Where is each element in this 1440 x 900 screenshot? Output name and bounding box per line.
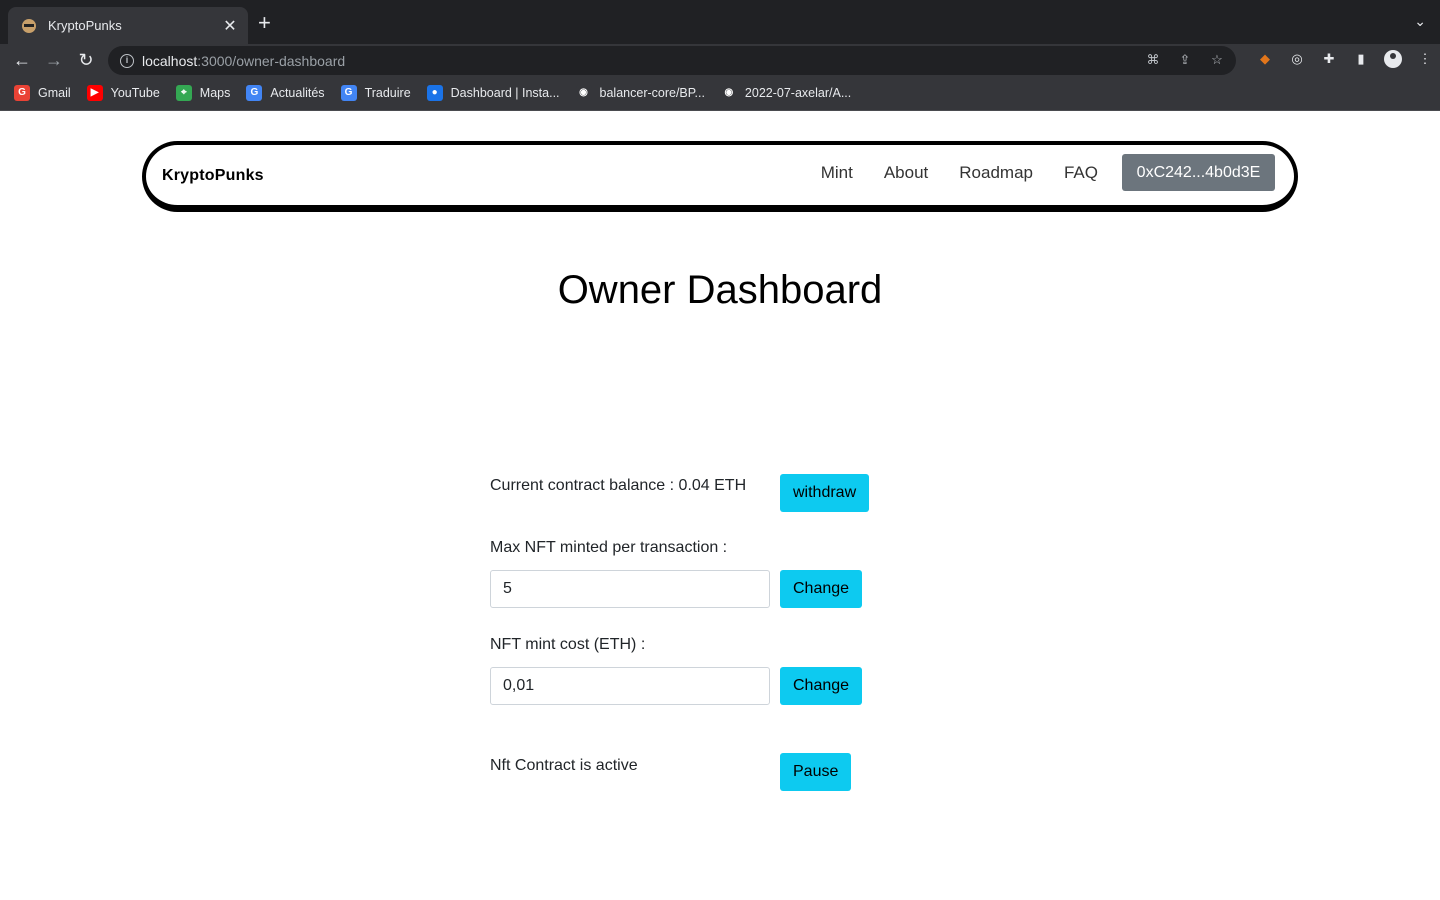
kryptopunks-favicon-icon	[22, 18, 36, 33]
bookmark-label: Actualités	[270, 86, 325, 100]
bookmarks-bar: G Gmail ▶ YouTube ⌖ Maps G Actualités G Traduire ●…	[0, 76, 1440, 111]
mint-cost-label: NFT mint cost (ETH) :	[490, 636, 646, 653]
max-nft-label: Max NFT minted per transaction :	[490, 539, 728, 556]
extension-icons: ◆ ◎ ✚ ▮ ⋮	[1256, 50, 1434, 68]
contract-status-text: Nft Contract is active	[490, 757, 638, 774]
news-icon: G	[246, 85, 263, 101]
tab-search-chevron-icon[interactable]: ⌄	[1414, 13, 1426, 30]
change-max-nft-button[interactable]: Change	[780, 570, 863, 608]
youtube-icon: ▶	[86, 85, 103, 101]
wallet-address-button[interactable]: 0xC242...4b0d3E	[1122, 154, 1275, 191]
profile-avatar-icon[interactable]	[1384, 50, 1402, 68]
metamask-fox-icon[interactable]: ◆	[1256, 50, 1274, 68]
gmail-icon: G	[14, 85, 30, 101]
new-tab-icon[interactable]: +	[258, 12, 271, 34]
reload-icon[interactable]: ↻	[74, 48, 98, 72]
brand-logo[interactable]: KryptoPunks	[162, 167, 264, 185]
nav-link-roadmap[interactable]: Roadmap	[959, 163, 1033, 183]
browser-toolbar: ← → ↻ i localhost :3000/owner-dashboard …	[0, 44, 1440, 76]
bookmark-label: balancer-core/BP...	[599, 86, 705, 100]
nav-links: Mint About Roadmap FAQ	[821, 163, 1098, 183]
bookmark-label: YouTube	[110, 86, 160, 100]
bookmark-label: 2022-07-axelar/A...	[744, 86, 852, 100]
tab-title: KryptoPunks	[48, 18, 122, 33]
pause-button[interactable]: Pause	[780, 753, 852, 791]
address-bar[interactable]: i localhost :3000/owner-dashboard ⌘ ⇪ ☆	[108, 46, 1236, 75]
site-info-icon[interactable]: i	[120, 53, 134, 68]
github-icon: ◉	[720, 85, 737, 101]
nav-link-about[interactable]: About	[884, 163, 928, 183]
mint-cost-input[interactable]	[490, 667, 770, 705]
browser-tab[interactable]: KryptoPunks ✕	[8, 7, 248, 44]
back-arrow-icon[interactable]: ←	[10, 48, 34, 72]
url-path: :3000/owner-dashboard	[197, 52, 346, 69]
dashboard-icon: ●	[426, 85, 443, 101]
bookmark-label: Maps	[199, 86, 231, 100]
bookmark-item[interactable]: G Actualités	[246, 85, 325, 101]
extension-icon[interactable]: ◎	[1288, 50, 1306, 68]
bookmark-item[interactable]: ⌖ Maps	[175, 85, 231, 101]
url-host: localhost	[142, 52, 198, 69]
bookmark-item[interactable]: G Gmail	[14, 85, 71, 101]
translate-icon[interactable]: ⌘	[1144, 51, 1162, 69]
bookmark-item[interactable]: ● Dashboard | Insta...	[426, 85, 560, 101]
close-tab-icon[interactable]: ✕	[222, 16, 238, 36]
kebab-menu-icon[interactable]: ⋮	[1416, 50, 1434, 68]
bookmark-label: Dashboard | Insta...	[450, 86, 560, 100]
withdraw-button[interactable]: withdraw	[780, 474, 870, 512]
bookmark-item[interactable]: ◉ balancer-core/BP...	[575, 85, 705, 101]
omnibox-actions: ⌘ ⇪ ☆	[1144, 51, 1226, 69]
github-icon: ◉	[575, 85, 592, 101]
translate-icon: G	[340, 85, 357, 101]
bookmark-label: Gmail	[38, 86, 71, 100]
nav-link-mint[interactable]: Mint	[821, 163, 853, 183]
share-icon[interactable]: ⇪	[1176, 51, 1194, 69]
side-panel-icon[interactable]: ▮	[1352, 50, 1370, 68]
forward-arrow-icon[interactable]: →	[42, 48, 66, 72]
bookmark-item[interactable]: G Traduire	[340, 85, 411, 101]
site-navbar: KryptoPunks Mint About Roadmap FAQ 0xC24…	[142, 141, 1298, 212]
change-mint-cost-button[interactable]: Change	[780, 667, 863, 705]
contract-balance-text: Current contract balance : 0.04 ETH	[490, 477, 747, 494]
page-title: Owner Dashboard	[557, 268, 883, 312]
tab-strip: KryptoPunks ✕ + ⌄	[0, 0, 1440, 44]
maps-icon: ⌖	[175, 85, 192, 101]
bookmark-item[interactable]: ▶ YouTube	[86, 85, 160, 101]
nav-link-faq[interactable]: FAQ	[1064, 163, 1098, 183]
puzzle-extensions-icon[interactable]: ✚	[1320, 50, 1338, 68]
max-nft-input[interactable]	[490, 570, 770, 608]
bookmark-item[interactable]: ◉ 2022-07-axelar/A...	[720, 85, 852, 101]
bookmark-star-icon[interactable]: ☆	[1208, 51, 1226, 69]
bookmark-label: Traduire	[364, 86, 411, 100]
page-content: KryptoPunks Mint About Roadmap FAQ 0xC24…	[0, 111, 1440, 900]
